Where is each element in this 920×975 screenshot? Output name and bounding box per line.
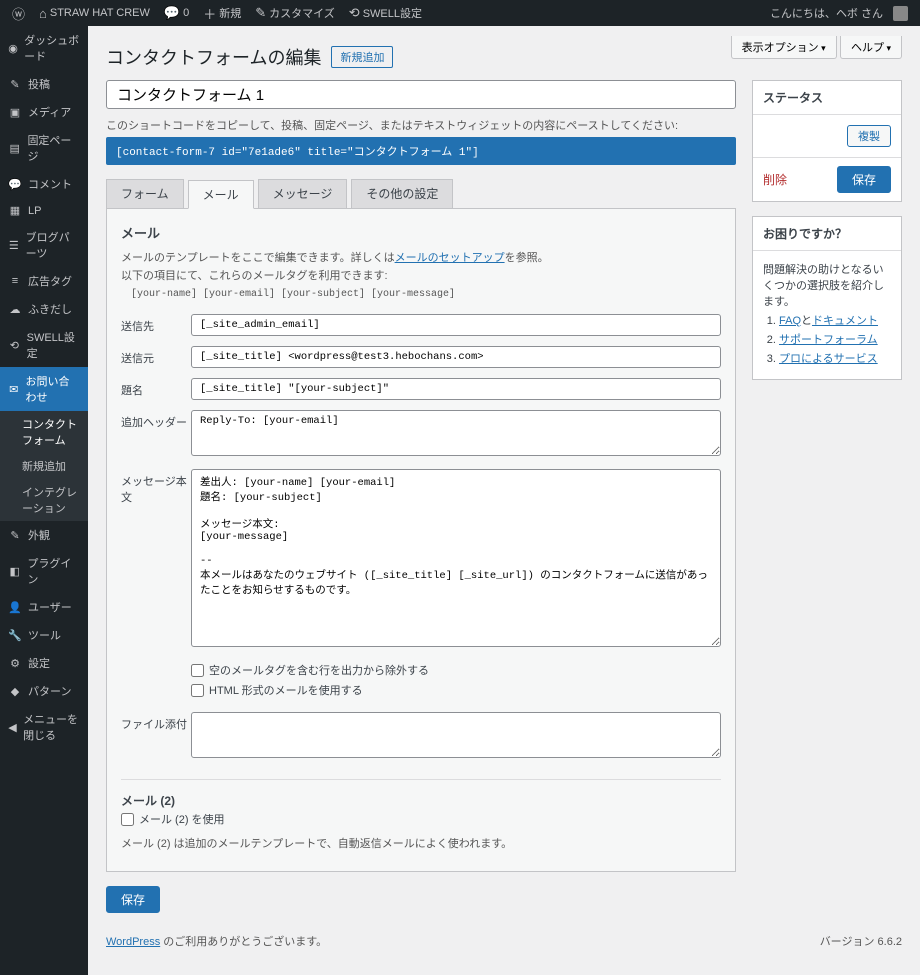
- menu-settings[interactable]: ⚙設定: [0, 649, 88, 677]
- delete-link[interactable]: 削除: [763, 171, 787, 188]
- screen-options-button[interactable]: 表示オプション: [731, 36, 837, 59]
- save-button-bottom[interactable]: 保存: [106, 886, 160, 913]
- mail-tags: [your-name] [your-email] [your-subject] …: [121, 285, 721, 304]
- tab-messages[interactable]: メッセージ: [258, 179, 348, 208]
- to-label: 送信先: [121, 314, 191, 336]
- menu-tools[interactable]: 🔧ツール: [0, 621, 88, 649]
- to-input[interactable]: [191, 314, 721, 336]
- menu-dashboard[interactable]: ◉ダッシュボード: [0, 26, 88, 70]
- submenu-contactform[interactable]: コンタクトフォーム: [0, 411, 88, 453]
- headers-label: 追加ヘッダー: [121, 410, 191, 459]
- comments-count[interactable]: 💬0: [160, 5, 193, 21]
- wp-logo[interactable]: ⓦ: [8, 4, 29, 23]
- help-button[interactable]: ヘルプ: [840, 36, 902, 59]
- shortcode-hint: このショートコードをコピーして、投稿、固定ページ、またはテキストウィジェットの内…: [106, 117, 736, 133]
- mail2-note: メール (2) は追加のメールテンプレートで、自動返信メールによく使われます。: [121, 835, 721, 851]
- menu-users[interactable]: 👤ユーザー: [0, 593, 88, 621]
- menu-fukidashi[interactable]: ☁ふきだし: [0, 295, 88, 323]
- exclude-checkbox[interactable]: [191, 664, 204, 677]
- menu-lp[interactable]: ▦LP: [0, 198, 88, 223]
- page-title: コンタクトフォームの編集 新規追加: [106, 44, 731, 70]
- menu-pages[interactable]: ▤固定ページ: [0, 126, 88, 170]
- help-heading: お困りですか？: [753, 217, 901, 251]
- greeting: こんにちは、ヘボ さん: [770, 5, 883, 21]
- tab-mail[interactable]: メール: [188, 180, 254, 209]
- avatar-icon[interactable]: [889, 6, 912, 21]
- add-new-button[interactable]: 新規追加: [331, 46, 393, 68]
- help-text: 問題解決の助けとなるいくつかの選択肢を紹介します。: [763, 261, 891, 309]
- faq-link[interactable]: FAQ: [779, 315, 801, 327]
- status-box: ステータス 複製 削除 保存: [752, 80, 902, 202]
- pro-service-link[interactable]: プロによるサービス: [779, 353, 878, 365]
- shortcode-display[interactable]: [contact-form-7 id="7e1ade6" title="コンタク…: [106, 137, 736, 165]
- exclude-label: 空のメールタグを含む行を出力から除外する: [209, 662, 429, 678]
- new-content[interactable]: ＋新規: [199, 4, 245, 23]
- usehtml-checkbox[interactable]: [191, 684, 204, 697]
- menu-contact[interactable]: ✉お問い合わせ: [0, 367, 88, 411]
- mail2-checkbox[interactable]: [121, 813, 134, 826]
- menu-appearance[interactable]: ✎外観: [0, 521, 88, 549]
- swell-settings-bar[interactable]: ⟲SWELL設定: [345, 5, 426, 21]
- site-name[interactable]: ⌂STRAW HAT CREW: [35, 6, 154, 21]
- menu-comments[interactable]: 💬コメント: [0, 170, 88, 198]
- menu-swell[interactable]: ⟲SWELL設定: [0, 323, 88, 367]
- wordpress-link[interactable]: WordPress: [106, 936, 160, 948]
- menu-posts[interactable]: ✎投稿: [0, 70, 88, 98]
- body-label: メッセージ本文: [121, 469, 191, 650]
- customize[interactable]: ✎カスタマイズ: [251, 5, 339, 21]
- docs-link[interactable]: ドキュメント: [812, 315, 878, 327]
- submenu-integration[interactable]: インテグレーション: [0, 479, 88, 521]
- duplicate-button[interactable]: 複製: [847, 125, 891, 147]
- mail-heading: メール: [121, 223, 721, 242]
- menu-adtag[interactable]: ≡広告タグ: [0, 267, 88, 295]
- attach-label: ファイル添付: [121, 712, 191, 761]
- form-title-input[interactable]: [106, 80, 736, 109]
- tab-form[interactable]: フォーム: [106, 179, 184, 208]
- attach-textarea[interactable]: [191, 712, 721, 758]
- help-box: お困りですか？ 問題解決の助けとなるいくつかの選択肢を紹介します。 FAQとドキ…: [752, 216, 902, 380]
- tab-other[interactable]: その他の設定: [351, 179, 453, 208]
- mail-panel: メール メールのテンプレートをここで編集できます。詳しくはメールのセットアップを…: [106, 208, 736, 872]
- menu-media[interactable]: ▣メディア: [0, 98, 88, 126]
- mail2-heading: メール (2): [121, 792, 721, 809]
- body-textarea[interactable]: [191, 469, 721, 647]
- submenu-addnew[interactable]: 新規追加: [0, 453, 88, 479]
- menu-patterns[interactable]: ◆パターン: [0, 677, 88, 705]
- save-button-side[interactable]: 保存: [837, 166, 891, 193]
- status-heading: ステータス: [753, 81, 901, 115]
- mail2-checkbox-label: メール (2) を使用: [139, 811, 225, 827]
- from-label: 送信元: [121, 346, 191, 368]
- support-forum-link[interactable]: サポートフォーラム: [779, 334, 878, 346]
- footer-version: バージョン 6.6.2: [820, 933, 902, 949]
- footer-thanks: WordPress のご利用ありがとうございます。: [106, 933, 327, 949]
- mail-setup-link[interactable]: メールのセットアップ: [395, 252, 505, 264]
- menu-blogparts[interactable]: ☰ブログパーツ: [0, 223, 88, 267]
- mail-description: メールのテンプレートをここで編集できます。詳しくはメールのセットアップを参照。 …: [121, 250, 721, 285]
- menu-collapse[interactable]: ◀メニューを閉じる: [0, 705, 88, 749]
- headers-textarea[interactable]: [191, 410, 721, 456]
- subject-label: 題名: [121, 378, 191, 400]
- usehtml-label: HTML 形式のメールを使用する: [209, 682, 363, 698]
- from-input[interactable]: [191, 346, 721, 368]
- menu-plugins[interactable]: ◧プラグイン: [0, 549, 88, 593]
- subject-input[interactable]: [191, 378, 721, 400]
